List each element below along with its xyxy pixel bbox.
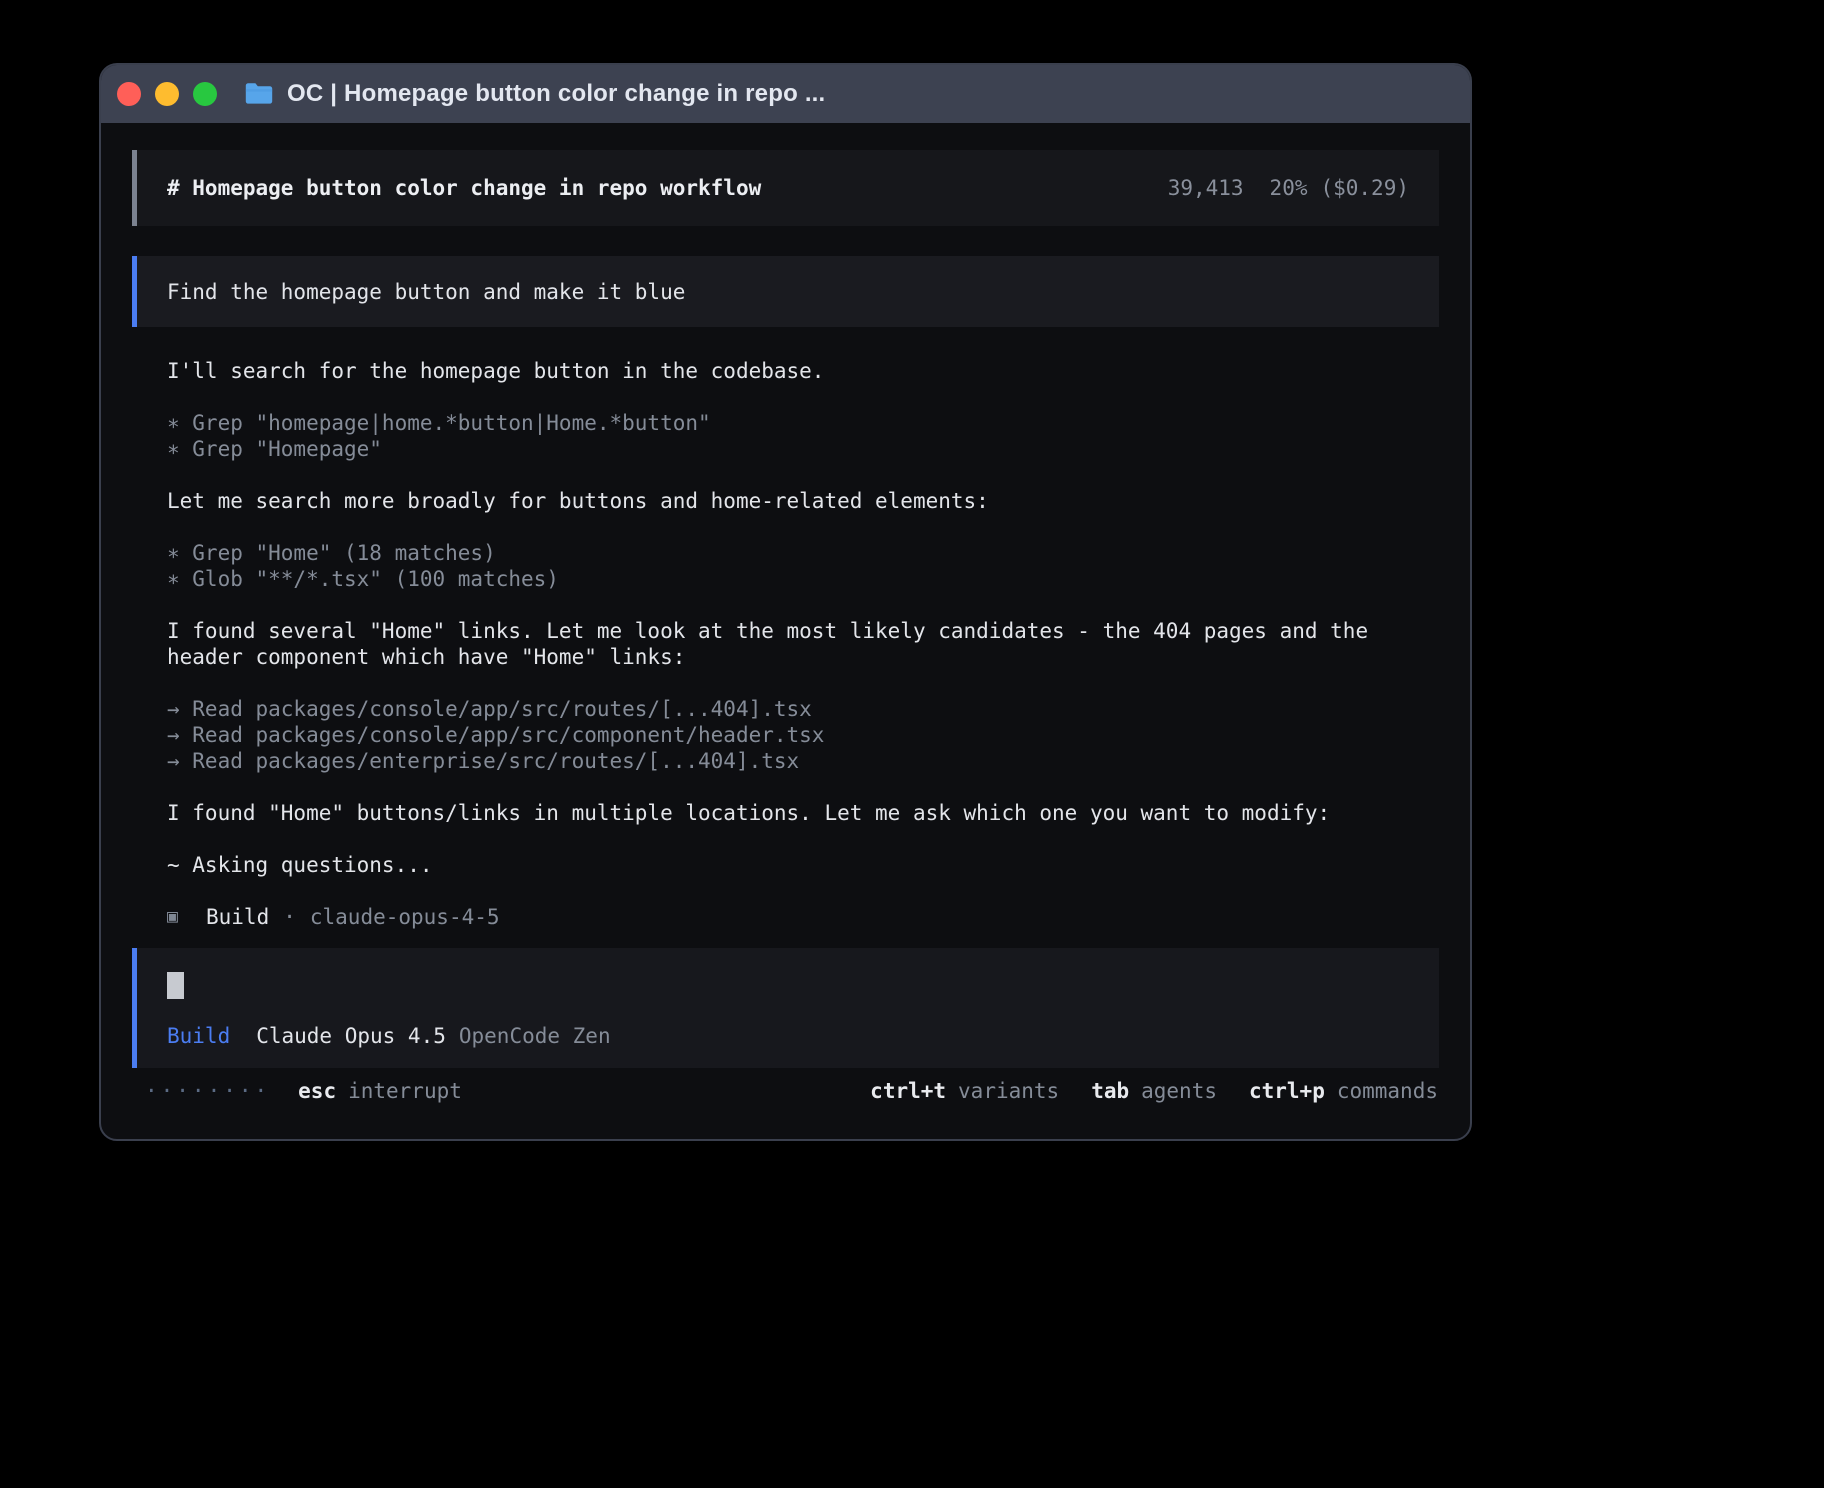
- session-header: # Homepage button color change in repo w…: [132, 150, 1439, 226]
- assistant-text: Let me search more broadly for buttons a…: [167, 488, 1440, 514]
- close-button[interactable]: [117, 82, 141, 106]
- session-title: # Homepage button color change in repo w…: [167, 176, 761, 200]
- zoom-button[interactable]: [193, 82, 217, 106]
- variants-label: variants: [958, 1078, 1059, 1105]
- session-cost: ($0.29): [1320, 176, 1409, 200]
- agents-hint: tab agents: [1091, 1078, 1217, 1105]
- assistant-text: I found several "Home" links. Let me loo…: [167, 618, 1440, 670]
- mode-label[interactable]: Build: [167, 1024, 230, 1048]
- agent-model: claude-opus-4-5: [310, 904, 500, 930]
- user-message-text: Find the homepage button and make it blu…: [167, 280, 685, 304]
- commands-key: ctrl+p: [1249, 1078, 1325, 1105]
- context-percent: 20%: [1270, 176, 1308, 200]
- agents-key: tab: [1091, 1078, 1129, 1105]
- prompt-input[interactable]: Build Claude Opus 4.5 OpenCode Zen: [132, 948, 1439, 1068]
- assistant-text: I'll search for the homepage button in t…: [167, 358, 1440, 384]
- status-bar: ········ esc interrupt ctrl+t variants t…: [145, 1078, 1438, 1105]
- token-count: 39,413: [1168, 176, 1244, 200]
- provider-label: OpenCode Zen: [459, 1024, 611, 1048]
- input-footer: Build Claude Opus 4.5 OpenCode Zen: [167, 1024, 1409, 1048]
- agent-name: Build: [206, 904, 269, 930]
- tool-call-line: → Read packages/console/app/src/routes/[…: [167, 696, 1440, 722]
- conversation: I'll search for the homepage button in t…: [167, 358, 1440, 930]
- assistant-text: I found "Home" buttons/links in multiple…: [167, 800, 1440, 826]
- session-stats: 39,413 20% ($0.29): [1168, 176, 1409, 200]
- minimize-button[interactable]: [155, 82, 179, 106]
- tool-call-line: ∗ Grep "homepage|home.*button|Home.*butt…: [167, 410, 1440, 436]
- agent-icon: ▣: [167, 904, 185, 930]
- esc-key-hint: esc: [298, 1078, 336, 1105]
- agents-label: agents: [1141, 1078, 1217, 1105]
- status-left: ········ esc interrupt: [145, 1078, 462, 1105]
- window-title: OC | Homepage button color change in rep…: [287, 80, 825, 108]
- tool-call-line: → Read packages/console/app/src/componen…: [167, 722, 1440, 748]
- input-line[interactable]: [167, 972, 1409, 999]
- variants-hint: ctrl+t variants: [870, 1078, 1059, 1105]
- status-line: ~ Asking questions...: [167, 852, 1440, 878]
- terminal-window: OC | Homepage button color change in rep…: [99, 63, 1472, 1141]
- tool-call-line: ∗ Glob "**/*.tsx" (100 matches): [167, 566, 1440, 592]
- variants-key: ctrl+t: [870, 1078, 946, 1105]
- title-wrap: OC | Homepage button color change in rep…: [244, 80, 825, 108]
- agent-line: ▣ Build · claude-opus-4-5: [167, 904, 1440, 930]
- agent-separator: ·: [283, 904, 296, 930]
- interrupt-label: interrupt: [348, 1078, 462, 1105]
- window-titlebar[interactable]: OC | Homepage button color change in rep…: [101, 65, 1470, 123]
- traffic-lights: [117, 82, 217, 106]
- commands-label: commands: [1337, 1078, 1438, 1105]
- tool-call-line: ∗ Grep "Home" (18 matches): [167, 540, 1440, 566]
- text-cursor: [167, 972, 184, 999]
- folder-icon: [244, 82, 274, 106]
- status-right: ctrl+t variants tab agents ctrl+p comman…: [870, 1078, 1438, 1105]
- user-message: Find the homepage button and make it blu…: [132, 256, 1439, 327]
- model-label[interactable]: Claude Opus 4.5: [256, 1024, 446, 1048]
- tool-call-line: → Read packages/enterprise/src/routes/[.…: [167, 748, 1440, 774]
- spinner-dots: ········: [145, 1078, 270, 1105]
- tool-call-line: ∗ Grep "Homepage": [167, 436, 1440, 462]
- commands-hint: ctrl+p commands: [1249, 1078, 1438, 1105]
